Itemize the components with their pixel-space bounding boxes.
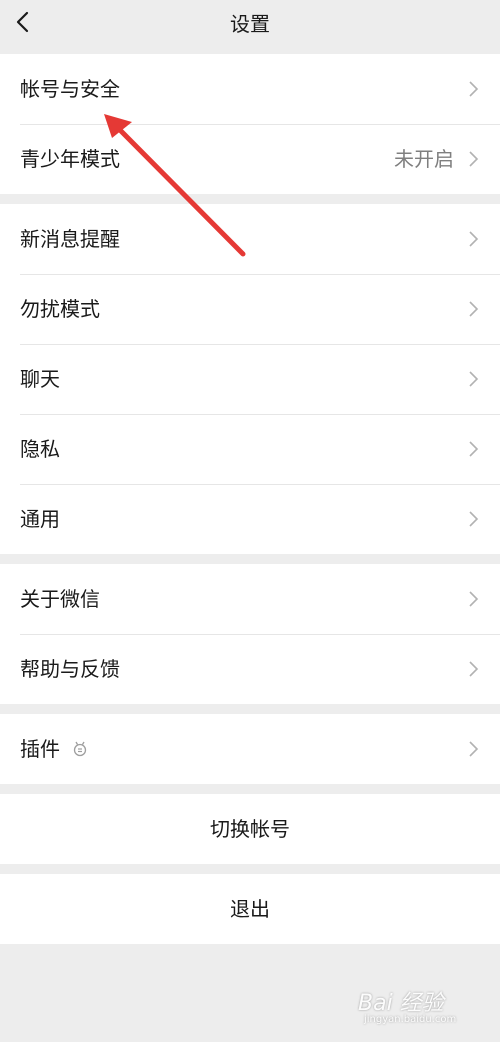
chevron-right-icon	[469, 741, 479, 757]
row-label: 新消息提醒	[20, 227, 120, 251]
settings-row-account-security[interactable]: 帐号与安全	[0, 54, 500, 124]
plugin-icon	[73, 741, 87, 757]
settings-row-plugins[interactable]: 插件	[0, 714, 500, 784]
row-label: 通用	[20, 507, 60, 531]
row-label: 关于微信	[20, 587, 100, 611]
row-label: 帮助与反馈	[20, 657, 120, 681]
row-label: 帐号与安全	[20, 77, 120, 101]
chevron-right-icon	[469, 591, 479, 607]
about-group: 关于微信 帮助与反馈	[0, 564, 500, 704]
chevron-right-icon	[469, 81, 479, 97]
row-label: 聊天	[20, 367, 60, 391]
chevron-right-icon	[469, 441, 479, 457]
settings-row-do-not-disturb[interactable]: 勿扰模式	[0, 274, 500, 344]
settings-row-new-message-alerts[interactable]: 新消息提醒	[0, 204, 500, 274]
preferences-group: 新消息提醒 勿扰模式 聊天 隐私 通用	[0, 204, 500, 554]
switch-account-label: 切换帐号	[210, 817, 290, 841]
chevron-right-icon	[469, 661, 479, 677]
settings-row-help-feedback[interactable]: 帮助与反馈	[0, 634, 500, 704]
plugins-group: 插件	[0, 714, 500, 784]
switch-account-group: 切换帐号	[0, 794, 500, 864]
chevron-right-icon	[469, 301, 479, 317]
chevron-right-icon	[469, 231, 479, 247]
settings-row-privacy[interactable]: 隐私	[0, 414, 500, 484]
row-value: 未开启	[394, 147, 454, 171]
watermark-sub: jingyan.baidu.com	[364, 1014, 457, 1025]
switch-account-button[interactable]: 切换帐号	[0, 794, 500, 864]
logout-group: 退出	[0, 874, 500, 944]
settings-row-chat[interactable]: 聊天	[0, 344, 500, 414]
settings-row-teen-mode[interactable]: 青少年模式 未开启	[0, 124, 500, 194]
logout-button[interactable]: 退出	[0, 874, 500, 944]
row-label: 插件	[20, 737, 60, 761]
settings-row-general[interactable]: 通用	[0, 484, 500, 554]
chevron-right-icon	[469, 371, 479, 387]
top-bar: 设置	[0, 0, 500, 52]
chevron-right-icon	[469, 151, 479, 167]
chevron-right-icon	[469, 511, 479, 527]
account-group: 帐号与安全 青少年模式 未开启	[0, 54, 500, 194]
row-label: 勿扰模式	[20, 297, 100, 321]
page-title: 设置	[230, 12, 270, 36]
row-label: 隐私	[20, 437, 60, 461]
row-label: 青少年模式	[20, 147, 120, 171]
settings-row-about-wechat[interactable]: 关于微信	[0, 564, 500, 634]
baidu-jingyan-watermark: Bai 经验 jingyan.baidu.com	[358, 982, 488, 1030]
logout-label: 退出	[230, 897, 270, 921]
